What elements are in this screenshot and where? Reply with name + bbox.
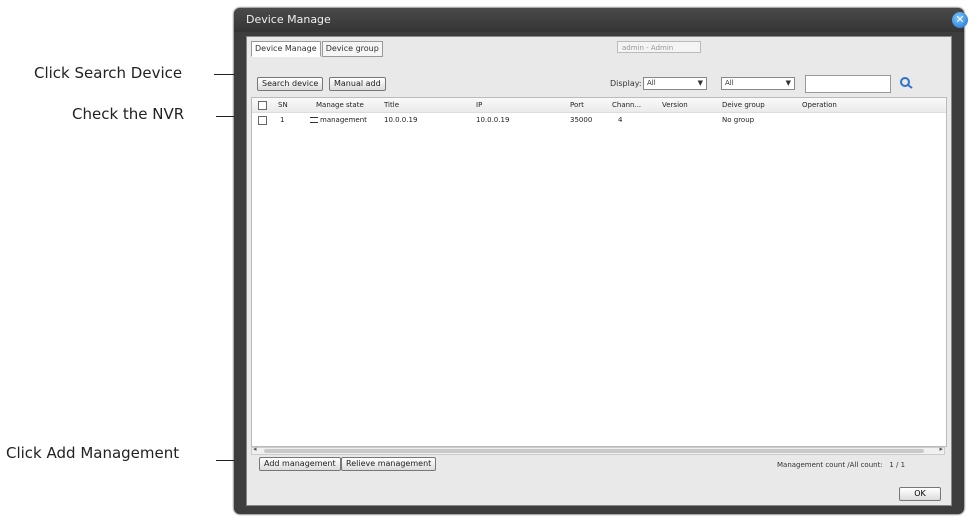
- col-manage-state[interactable]: Manage state: [316, 98, 364, 112]
- row-port: 35000: [570, 116, 593, 124]
- row-title: 10.0.0.19: [384, 116, 418, 124]
- search-input[interactable]: [805, 75, 891, 93]
- row-group: No group: [722, 116, 755, 124]
- management-count: Management count /All count: 1 / 1: [777, 461, 905, 469]
- col-ip[interactable]: IP: [476, 98, 482, 112]
- col-version[interactable]: Version: [662, 98, 688, 112]
- user-select[interactable]: admin - Admin: [617, 41, 701, 53]
- group-filter-value: All: [725, 79, 734, 87]
- chevron-down-icon: ▼: [697, 79, 703, 87]
- horizontal-scrollbar[interactable]: ◂ ▸: [251, 445, 945, 455]
- tab-device-manage[interactable]: Device Manage: [251, 41, 321, 57]
- device-manage-window: Device Manage ✕ Device Manage Device gro…: [234, 8, 968, 514]
- device-state-icon: [310, 117, 318, 123]
- table-header: SN Manage state Title IP Port Chann... V…: [252, 98, 946, 113]
- col-operation[interactable]: Operation: [802, 98, 837, 112]
- window-title: Device Manage: [246, 13, 331, 26]
- device-table: SN Manage state Title IP Port Chann... V…: [251, 97, 947, 447]
- search-device-button[interactable]: Search device: [257, 77, 324, 91]
- row-channels: 4: [618, 116, 623, 124]
- table-row[interactable]: 1 management 10.0.0.19 10.0.0.19 35000 4…: [252, 113, 946, 127]
- scroll-right-icon[interactable]: ▸: [939, 445, 943, 453]
- window-titlebar[interactable]: Device Manage: [234, 8, 964, 32]
- management-count-label: Management count /All count:: [777, 461, 883, 469]
- management-count-value: 1 / 1: [889, 461, 906, 469]
- window-content: Device Manage Device group admin - Admin…: [246, 36, 952, 506]
- search-icon[interactable]: [897, 75, 917, 91]
- ok-button[interactable]: OK: [899, 487, 941, 501]
- col-port[interactable]: Port: [570, 98, 584, 112]
- close-icon[interactable]: ✕: [952, 12, 968, 28]
- display-filter-select[interactable]: All ▼: [643, 77, 707, 90]
- callout-search-device: Click Search Device: [34, 64, 183, 82]
- group-filter-select[interactable]: All ▼: [721, 77, 795, 90]
- row-state-text: management: [320, 116, 367, 124]
- row-checkbox[interactable]: [258, 116, 267, 125]
- manual-add-button[interactable]: Manual add: [329, 77, 386, 91]
- tab-bar: Device Manage Device group: [251, 41, 384, 57]
- row-sn: 1: [280, 116, 285, 124]
- tab-device-group[interactable]: Device group: [321, 41, 383, 57]
- callout-check-nvr: Check the NVR: [72, 105, 185, 123]
- callout-add-management: Click Add Management: [6, 444, 180, 462]
- display-label: Display:: [610, 79, 642, 88]
- col-sn[interactable]: SN: [278, 98, 288, 112]
- chevron-down-icon: ▼: [785, 79, 791, 87]
- relieve-management-button[interactable]: Relieve management: [341, 457, 437, 471]
- row-manage-state: management: [310, 113, 367, 127]
- scroll-left-icon[interactable]: ◂: [253, 445, 257, 453]
- col-device-group[interactable]: Deive group: [722, 98, 765, 112]
- scroll-thumb[interactable]: [264, 449, 924, 453]
- col-channels[interactable]: Chann...: [612, 98, 641, 112]
- col-title[interactable]: Title: [384, 98, 399, 112]
- add-management-button[interactable]: Add management: [259, 457, 341, 471]
- select-all-checkbox[interactable]: [258, 101, 267, 110]
- row-ip: 10.0.0.19: [476, 116, 510, 124]
- display-filter-value: All: [647, 79, 656, 87]
